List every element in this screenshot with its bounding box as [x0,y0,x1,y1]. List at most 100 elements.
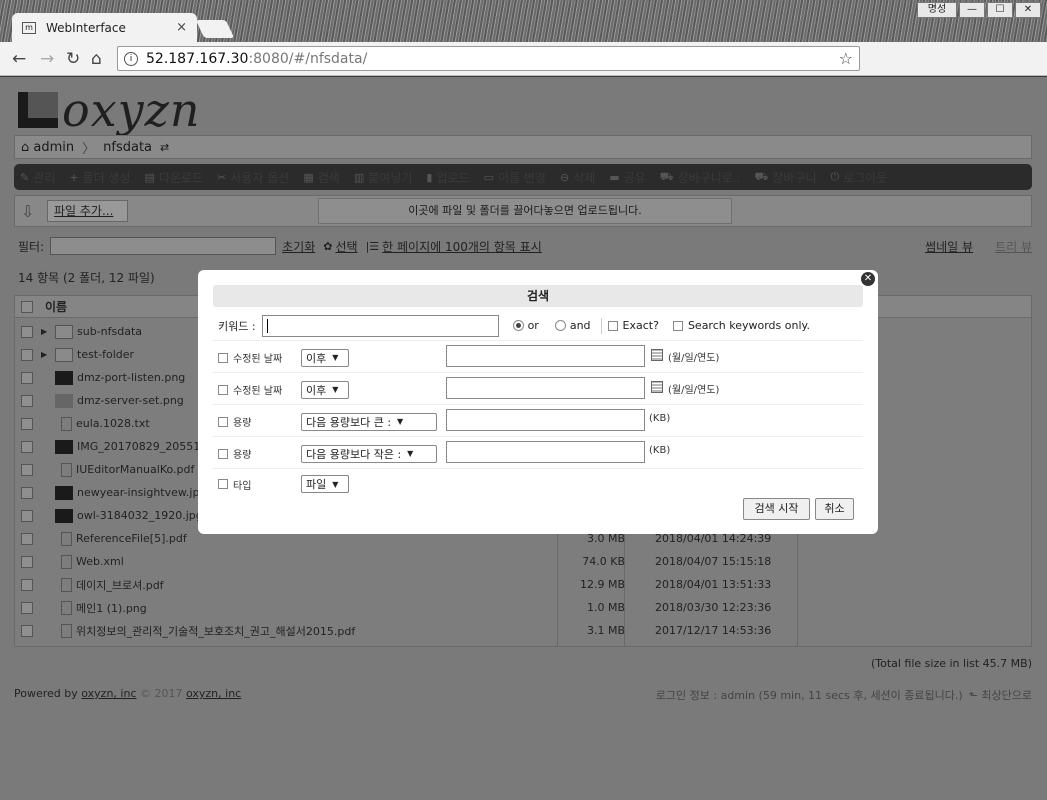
to-top-link[interactable]: ⬑ 최상단으로 [969,687,1032,703]
filter-input[interactable] [50,237,277,255]
calendar-icon[interactable] [651,349,663,361]
modified-checkbox[interactable] [218,352,228,363]
row-checkbox[interactable] [21,555,33,568]
date-operator-select[interactable]: 이후 ▼ [301,380,349,399]
menu-add-to-cart[interactable]: ⛟ 장바구니로.. [660,169,741,186]
type-row: 타입 파일 ▼ [213,472,863,496]
add-files-button[interactable]: 파일 추가... [47,200,129,222]
minimize-icon[interactable]: — [959,2,985,18]
back-arrow-icon[interactable]: ← [12,49,26,69]
menu-search[interactable]: ▦ 검색 [303,169,340,186]
menu-cart[interactable]: ⛟ 장바구니 [754,169,816,186]
date-operator-select[interactable]: 이후 ▼ [301,348,349,367]
menu-rename[interactable]: ▭ 이름 변경 [484,169,546,186]
select-all-checkbox[interactable] [21,300,33,313]
table-row[interactable]: 위치정보의_관리적_기술적_보호조치_권고_해설서2015.pdf 3.1 MB 2… [15,619,1031,642]
expand-icon[interactable]: ▶ [41,327,53,336]
size-operator-select[interactable]: 다음 용량보다 작은 : ▼ [301,444,437,463]
row-checkbox[interactable] [21,486,33,499]
profile-button[interactable]: 명성 [917,2,957,18]
site-info-icon[interactable]: i [124,51,138,66]
row-checkbox[interactable] [21,417,33,430]
menu-admin[interactable]: ✎ 관리 [20,169,55,186]
tree-view-link[interactable]: 트리 뷰 [995,238,1032,255]
calendar-icon[interactable] [651,381,663,393]
browser-tab[interactable]: m WebInterface × [12,13,197,42]
size-checkbox[interactable] [218,448,228,459]
close-icon[interactable]: ✕ [861,272,875,286]
menu-paste[interactable]: ▥ 붙여넣기 [354,169,413,186]
start-search-button[interactable]: 검색 시작 [743,498,810,520]
address-bar[interactable]: i 52.187.167.30 :8080/#/nfsdata/ ☆ [117,46,860,71]
and-radio[interactable]: and [554,319,591,332]
menu-upload[interactable]: ▮ 업로드 [426,169,469,186]
row-checkbox[interactable] [21,509,33,522]
expand-icon[interactable]: ▶ [41,350,53,359]
text-file-icon [61,416,72,431]
breadcrumb-separator-icon: 〉 [82,141,96,157]
maximize-icon[interactable]: ☐ [987,2,1013,18]
keyword-input[interactable] [261,314,499,337]
bookmark-star-icon[interactable]: ☆ [839,49,853,68]
row-checkbox[interactable] [21,624,33,637]
close-window-icon[interactable]: ✕ [1015,2,1041,18]
size-checkbox[interactable] [218,416,228,427]
type-checkbox[interactable] [218,479,228,489]
logo[interactable]: oxyzn [18,83,201,137]
tab-title: WebInterface [46,20,126,35]
row-checkbox[interactable] [21,371,33,384]
download-icon: ▤ [144,170,155,184]
or-radio[interactable]: or [512,319,539,332]
home-icon[interactable]: ⌂ [91,49,102,69]
size-input[interactable] [446,441,645,463]
row-checkbox[interactable] [21,532,33,545]
row-checkbox[interactable] [21,463,33,476]
pdf-file-icon [61,577,72,592]
size-operator-select[interactable]: 다음 용량보다 큰 : ▼ [301,412,437,431]
row-checkbox[interactable] [21,394,33,407]
select-link[interactable]: 선택 [335,238,357,255]
modified-after-row-2: 수정된 날짜 이후 ▼ (월/일/연도) [213,375,863,405]
menu-download[interactable]: ▤ 다운로드 [145,169,204,186]
menu-delete[interactable]: ⊖ 삭제 [560,169,595,186]
modified-checkbox[interactable] [218,384,228,395]
menu-logout[interactable]: ⏻ 로그아웃 [831,169,888,186]
row-checkbox[interactable] [21,440,33,453]
wrench-icon: ✎ [20,170,30,184]
per-page-link[interactable]: 한 페이지에 100개의 항목 표시 [382,238,542,255]
dropdown-arrow-icon: ▼ [332,479,339,489]
login-info: 로그인 정보 : admin (59 min, 11 secs 후, 세션이 종… [655,689,963,702]
forward-arrow-icon[interactable]: → [40,49,54,69]
thumbnail-view-link[interactable]: 썸네일 뷰 [925,238,973,255]
brand-link-2[interactable]: oxyzn, inc [186,687,241,703]
reload-icon[interactable]: ↻ [66,49,80,69]
new-tab-button[interactable] [195,20,235,38]
size-input[interactable] [446,409,645,431]
row-checkbox[interactable] [21,578,33,591]
date-input[interactable] [446,377,645,399]
row-checkbox[interactable] [21,601,33,614]
keyword-row: 키워드 : or and Exact? Search keywords only… [213,311,863,341]
drop-zone[interactable]: 이곳에 파일 및 폴더를 끌어다놓으면 업로드됩니다. [318,198,732,224]
breadcrumb-root[interactable]: admin [33,140,74,155]
menu-user-options[interactable]: ✂ 사용자 옵션 [217,169,289,186]
column-name[interactable]: 이름 [45,298,67,315]
table-row[interactable]: 데이지_브로셔.pdf 12.9 MB 2018/04/01 13:51:33 [15,573,1031,596]
date-input[interactable] [446,345,645,367]
menu-new-folder[interactable]: + 폴더 생성 [69,169,130,186]
reset-link[interactable]: 초기화 [282,238,315,255]
tab-close-icon[interactable]: × [176,20,187,35]
menu-share[interactable]: ▬ 공유 [609,169,646,186]
type-select[interactable]: 파일 ▼ [301,475,349,493]
keywords-only-checkbox[interactable]: Search keywords only. [672,319,810,332]
breadcrumb-current[interactable]: nfsdata [103,140,152,155]
table-row[interactable]: 메인1 (1).png 1.0 MB 2018/03/30 12:23:36 [15,596,1031,619]
refresh-icon[interactable]: ⇄ [160,141,169,154]
cancel-button[interactable]: 취소 [815,498,854,520]
table-row[interactable]: Web.xml 74.0 KB 2018/04/07 15:15:18 [15,550,1031,573]
row-checkbox[interactable] [21,325,33,338]
exact-checkbox[interactable]: Exact? [607,319,659,332]
image-file-icon [61,600,72,615]
row-checkbox[interactable] [21,348,33,361]
brand-link[interactable]: oxyzn, inc [81,687,136,703]
